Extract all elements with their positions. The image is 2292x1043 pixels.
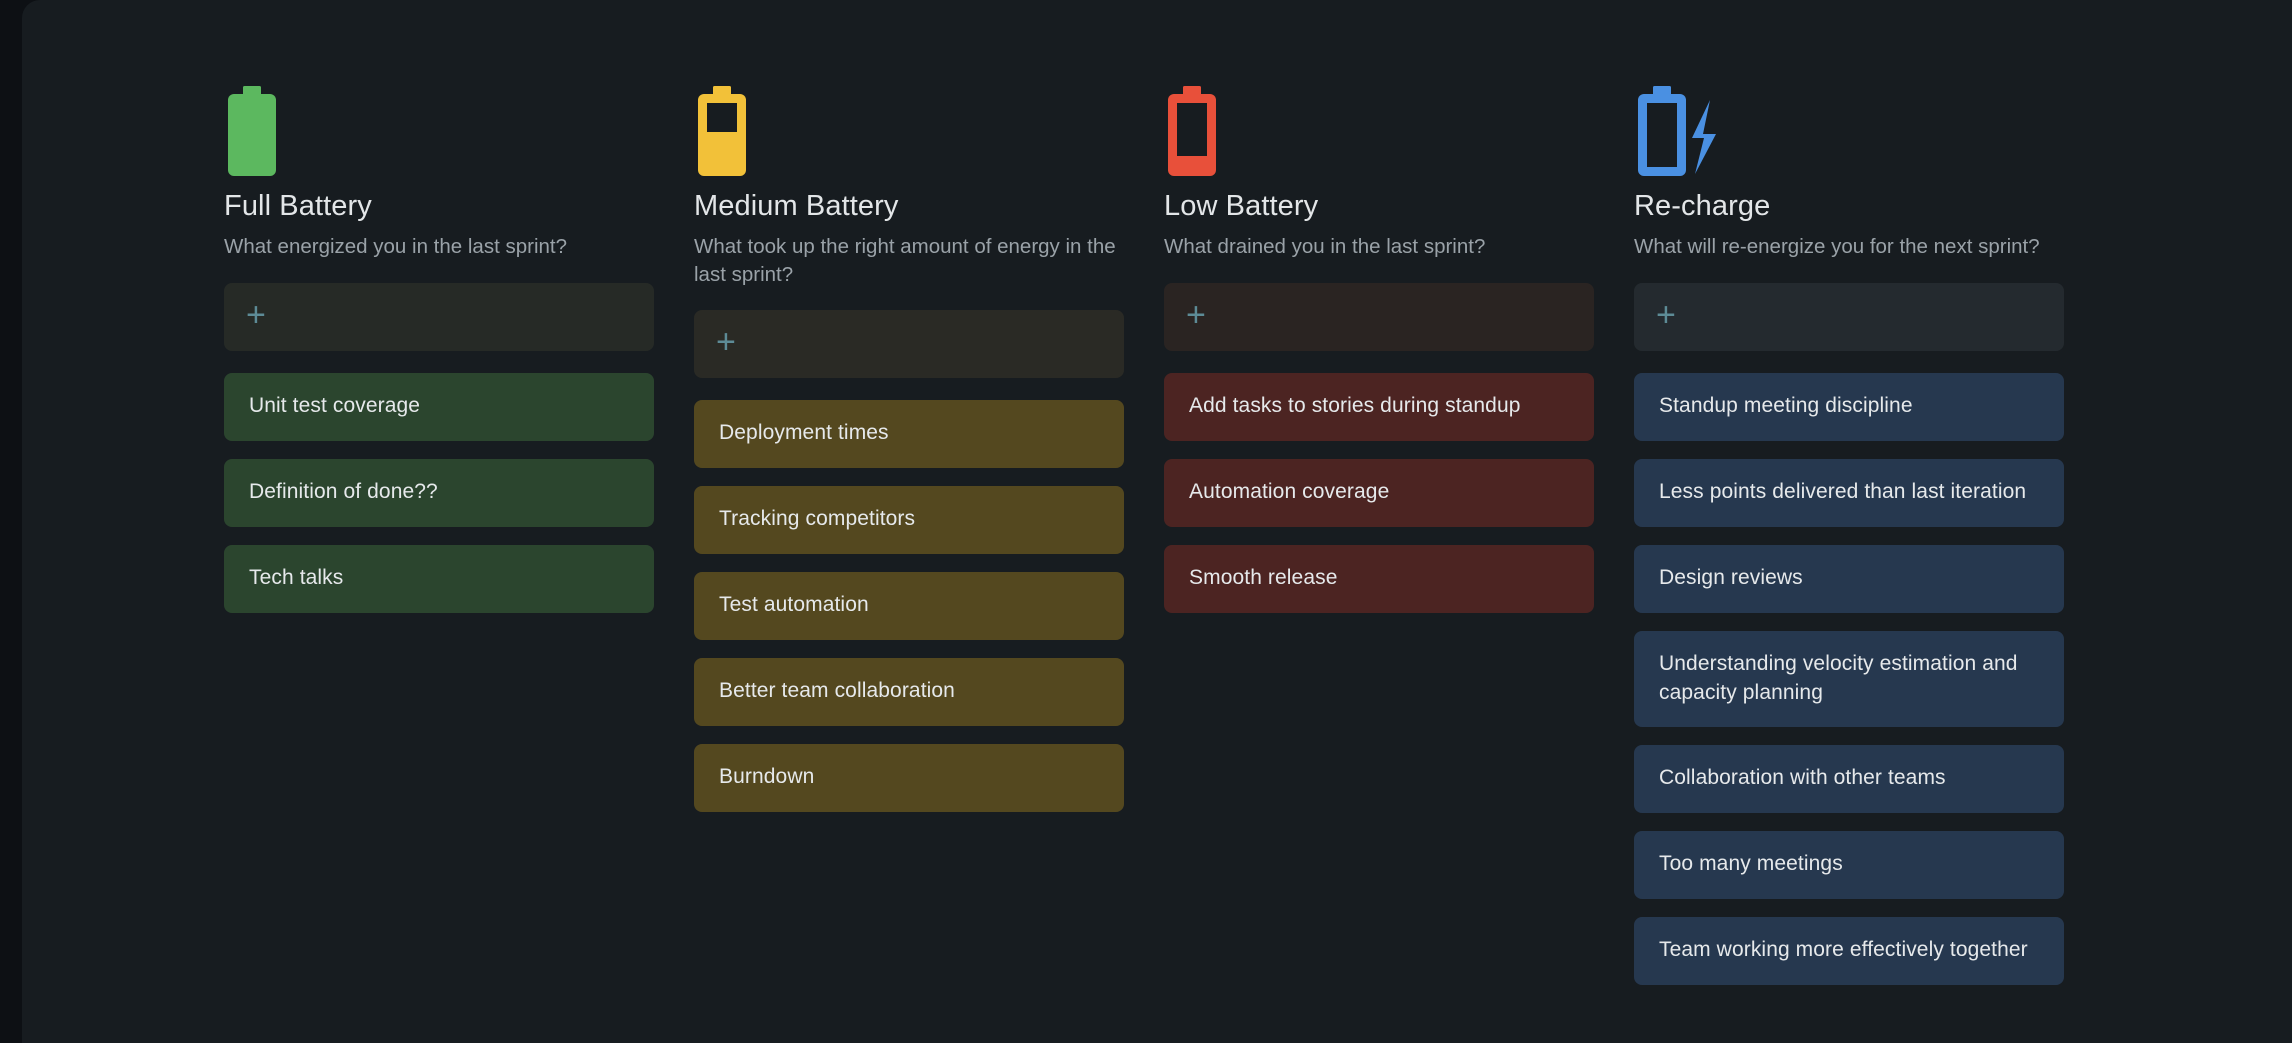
card-list: Deployment times Tracking competitors Te… [694,399,1124,812]
column-re-charge: Re-charge What will re-energize you for … [1634,56,2064,985]
plus-icon: + [716,322,736,361]
note-card[interactable]: Burndown [694,743,1124,812]
note-card[interactable]: Tracking competitors [694,485,1124,554]
note-card[interactable]: Unit test coverage [224,372,654,441]
column-medium-battery: Medium Battery What took up the right am… [694,56,1124,812]
note-card-text: Smooth release [1189,566,1338,590]
plus-icon: + [246,295,266,334]
add-card-button[interactable]: + [1634,282,2064,351]
note-card[interactable]: Understanding velocity estimation and ca… [1634,630,2064,727]
note-card[interactable]: Add tasks to stories during standup [1164,372,1594,441]
add-card-button[interactable]: + [694,309,1124,378]
note-card-text: Definition of done?? [249,480,438,504]
battery-low-icon [1164,56,1594,176]
column-subtitle: What will re-energize you for the next s… [1634,235,2040,259]
note-card[interactable]: Team working more effectively together [1634,916,2064,985]
note-card-text: Team working more effectively together [1659,938,2028,962]
note-card[interactable]: Deployment times [694,399,1124,468]
battery-charging-icon [1634,56,2064,176]
note-card-text: Unit test coverage [249,394,421,418]
add-card-button[interactable]: + [1164,282,1594,351]
card-list: Unit test coverage Definition of done?? … [224,372,654,613]
column-title: Re-charge [1634,190,1771,222]
plus-icon: + [1186,295,1206,334]
note-card[interactable]: Definition of done?? [224,458,654,527]
column-title: Medium Battery [694,190,899,222]
note-card-text: Tech talks [249,566,344,590]
note-card-text: Burndown [719,765,815,789]
note-card[interactable]: Collaboration with other teams [1634,744,2064,813]
column-title: Full Battery [224,190,372,222]
note-card[interactable]: Better team collaboration [694,657,1124,726]
note-card[interactable]: Less points delivered than last iteratio… [1634,458,2064,527]
note-card[interactable]: Standup meeting discipline [1634,372,2064,441]
note-card[interactable]: Test automation [694,571,1124,640]
column-full-battery: Full Battery What energized you in the l… [224,56,654,613]
note-card[interactable]: Too many meetings [1634,830,2064,899]
note-card[interactable]: Tech talks [224,544,654,613]
note-card-text: Automation coverage [1189,480,1390,504]
card-list: Standup meeting discipline Less points d… [1634,372,2064,985]
note-card-text: Understanding velocity estimation and ca… [1659,651,2018,704]
note-card-text: Less points delivered than last iteratio… [1659,480,2027,504]
note-card-text: Standup meeting discipline [1659,394,1913,418]
note-card[interactable]: Automation coverage [1164,458,1594,527]
note-card[interactable]: Smooth release [1164,544,1594,613]
board-surface: Full Battery What energized you in the l… [22,0,2292,1043]
column-subtitle: What energized you in the last sprint? [224,235,567,259]
note-card-text: Deployment times [719,421,889,445]
note-card[interactable]: Design reviews [1634,544,2064,613]
note-card-text: Too many meetings [1659,852,1843,876]
battery-full-icon [224,56,654,176]
plus-icon: + [1656,295,1676,334]
battery-medium-icon [694,56,1124,176]
column-low-battery: Low Battery What drained you in the last… [1164,56,1594,613]
note-card-text: Add tasks to stories during standup [1189,394,1521,418]
column-subtitle: What took up the right amount of energy … [694,235,1116,286]
note-card-text: Collaboration with other teams [1659,766,1946,790]
board-columns: Full Battery What energized you in the l… [224,56,2144,985]
note-card-text: Test automation [719,593,869,617]
column-title: Low Battery [1164,190,1319,222]
card-list: Add tasks to stories during standup Auto… [1164,372,1594,613]
note-card-text: Design reviews [1659,566,1803,590]
column-subtitle: What drained you in the last sprint? [1164,235,1486,259]
note-card-text: Tracking competitors [719,507,916,531]
add-card-button[interactable]: + [224,282,654,351]
note-card-text: Better team collaboration [719,679,955,703]
